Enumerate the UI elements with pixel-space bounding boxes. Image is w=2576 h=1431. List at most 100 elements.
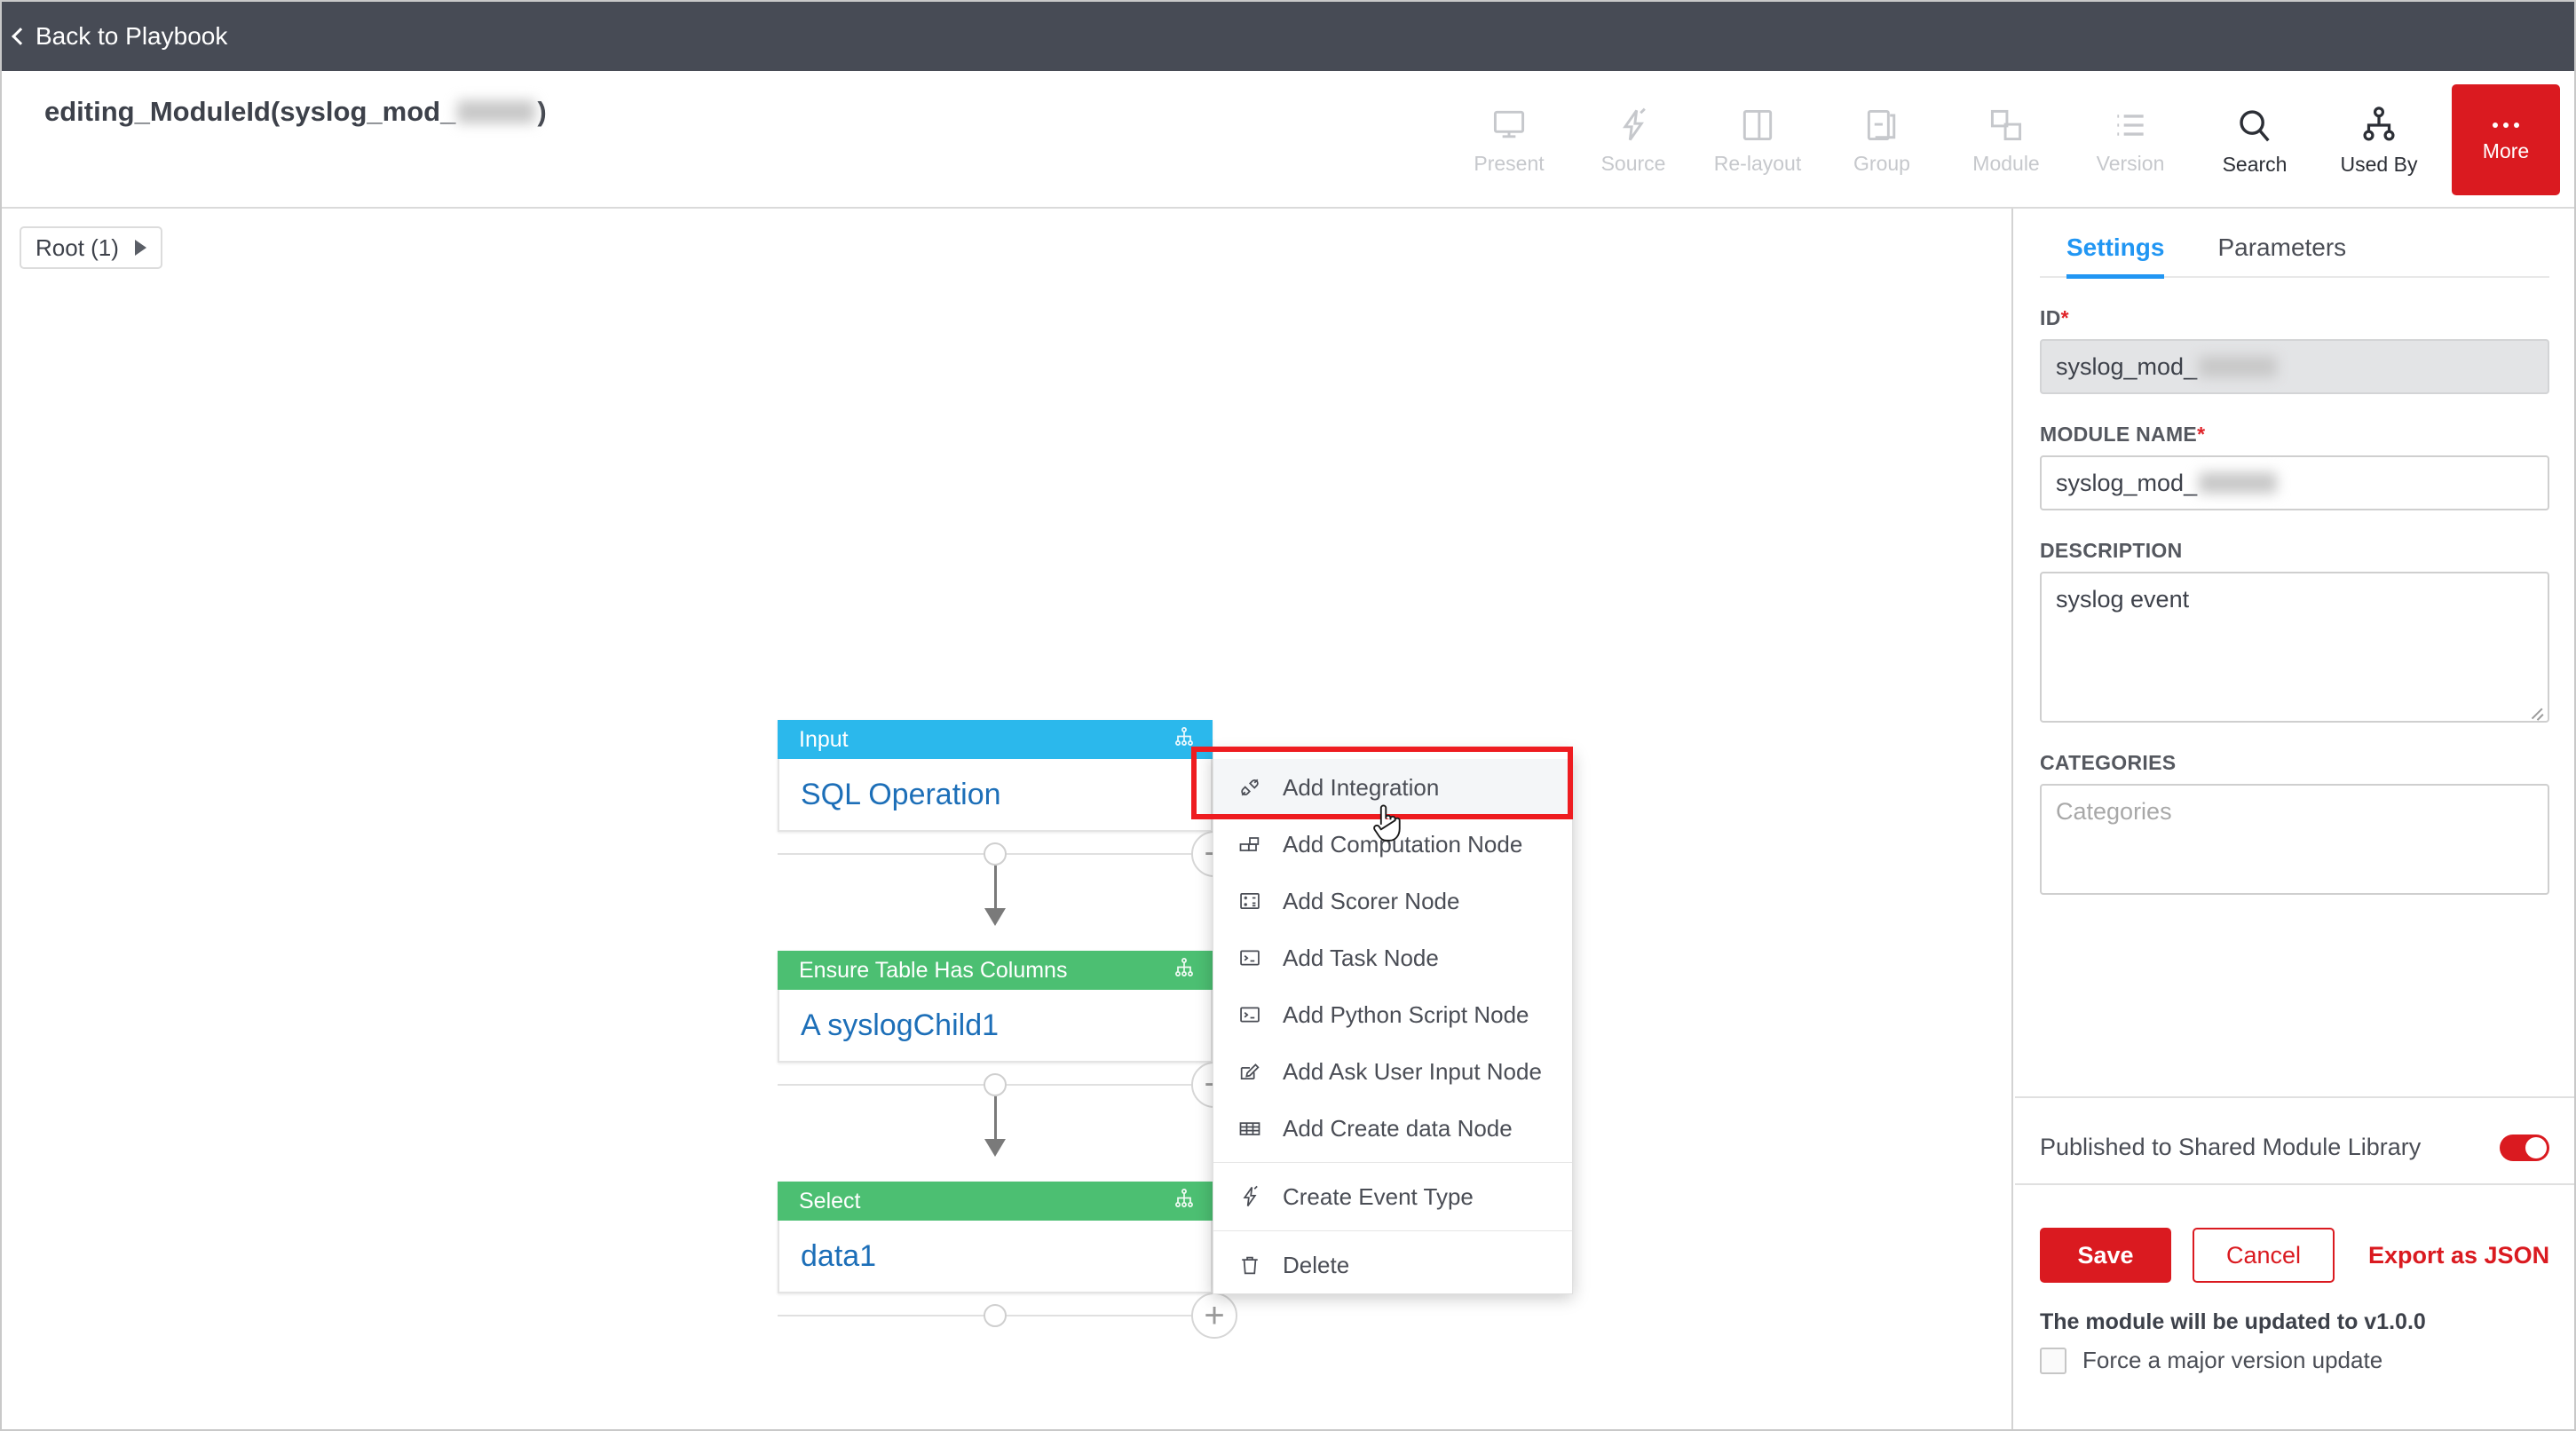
table-icon [1237, 1116, 1263, 1141]
connector-arrow-head [984, 908, 1006, 926]
force-major-version-checkbox[interactable] [2040, 1348, 2066, 1374]
flow-node-name: A syslogChild1 [801, 1008, 999, 1043]
toolbar-relayout-button[interactable]: Re-layout [1695, 84, 1820, 195]
module-name-field[interactable]: syslog_mod_ [2040, 455, 2549, 510]
flow-node-body: data1 [778, 1221, 1213, 1293]
context-menu-label: Add Ask User Input Node [1283, 1058, 1542, 1086]
list-icon [2111, 106, 2150, 145]
properties-panel: Settings Parameters ID* syslog_mod_ MODU… [2015, 209, 2574, 1429]
force-major-version-row: Force a major version update [2040, 1347, 2382, 1374]
context-menu-label: Add Create data Node [1283, 1115, 1513, 1142]
context-menu-item-add-computation-node[interactable]: Add Computation Node [1213, 816, 1572, 873]
resize-grip-icon[interactable] [2530, 703, 2544, 717]
terminal-icon [1237, 945, 1263, 970]
toolbar-group-button[interactable]: Group [1820, 84, 1944, 195]
flow-node-header: Select [778, 1182, 1213, 1221]
context-menu-separator [1213, 1230, 1572, 1231]
flow-node-name: SQL Operation [801, 778, 1001, 812]
published-label: Published to Shared Module Library [2040, 1134, 2421, 1161]
tab-settings[interactable]: Settings [2066, 233, 2164, 279]
edit-box-icon [1237, 1059, 1263, 1084]
toolbar-present-button[interactable]: Present [1447, 84, 1571, 195]
module-name-value: syslog_mod_ [2056, 470, 2197, 497]
context-menu-label: Add Scorer Node [1283, 888, 1459, 915]
toolbar-group-label: Group [1853, 154, 1910, 174]
toolbar-search-label: Search [2223, 154, 2288, 175]
redacted-id-block [457, 100, 535, 123]
categories-placeholder: Categories [2056, 798, 2172, 825]
top-navigation-bar: Back to Playbook [2, 2, 2574, 71]
id-field-value: syslog_mod_ [2056, 353, 2197, 381]
toolbar-version-label: Version [2097, 154, 2165, 174]
back-to-playbook-link[interactable]: Back to Playbook [2, 2, 227, 71]
toolbar-used-by-button[interactable]: Used By [2317, 84, 2441, 195]
context-menu-item-add-scorer-node[interactable]: Add Scorer Node [1213, 873, 1572, 929]
hierarchy-icon[interactable] [1172, 957, 1197, 984]
flow-node-type-label: Select [799, 1189, 860, 1214]
plug-icon [1237, 775, 1263, 800]
ellipsis-icon [2486, 118, 2525, 132]
panel-action-buttons: Save Cancel Export as JSON [2040, 1228, 2549, 1283]
blocks-icon [1237, 832, 1263, 857]
calculator-icon [1237, 889, 1263, 913]
toolbar-more-button[interactable]: More [2452, 84, 2560, 195]
breadcrumb-root[interactable]: Root (1) [20, 226, 162, 269]
toolbar-source-button[interactable]: Source [1571, 84, 1695, 195]
toggle-knob [2525, 1137, 2547, 1158]
panel-divider [2015, 1096, 2574, 1098]
context-menu-item-add-create-data-node[interactable]: Add Create data Node [1213, 1100, 1572, 1157]
network-icon [2359, 105, 2399, 146]
main-area: Root (1) Input SQL Operation [2, 209, 2574, 1429]
triangle-right-icon [135, 240, 146, 256]
toolbar-module-button[interactable]: Module [1944, 84, 2068, 195]
context-menu-item-add-python-script-node[interactable]: Add Python Script Node [1213, 986, 1572, 1043]
tab-parameters[interactable]: Parameters [2217, 233, 2346, 279]
required-asterisk: * [2197, 423, 2205, 446]
node-context-menu: Add Integration Add Computation Node [1213, 751, 1573, 1294]
context-menu-label: Add Task Node [1283, 945, 1439, 972]
context-menu-item-add-integration[interactable]: Add Integration [1213, 759, 1572, 816]
toolbar-search-button[interactable]: Search [2193, 84, 2317, 195]
published-toggle[interactable] [2500, 1135, 2549, 1161]
context-menu-item-add-task-node[interactable]: Add Task Node [1213, 929, 1572, 986]
node-output-port[interactable] [984, 1073, 1007, 1096]
toolbar-version-button[interactable]: Version [2068, 84, 2193, 195]
context-menu-item-add-ask-user-input-node[interactable]: Add Ask User Input Node [1213, 1043, 1572, 1100]
toolbar: Present Source Re-layout [1447, 71, 2574, 209]
toolbar-relayout-label: Re-layout [1714, 154, 1801, 174]
module-name-field-label: MODULE NAME* [2040, 423, 2549, 447]
published-toggle-row: Published to Shared Module Library [2040, 1134, 2549, 1161]
page-title-prefix: editing_ModuleId(syslog_mod_ [44, 96, 455, 127]
panel-tabs: Settings Parameters [2040, 209, 2549, 278]
description-textarea[interactable]: syslog event [2040, 572, 2549, 723]
flow-node-ensure-table[interactable]: Ensure Table Has Columns A syslogChild1 [778, 951, 1213, 1063]
id-field[interactable]: syslog_mod_ [2040, 339, 2549, 394]
categories-field[interactable]: Categories [2040, 784, 2549, 895]
export-as-json-link[interactable]: Export as JSON [2368, 1242, 2549, 1269]
context-menu-label: Delete [1283, 1252, 1349, 1279]
flow-node-name: data1 [801, 1239, 876, 1274]
force-major-version-label: Force a major version update [2082, 1347, 2382, 1374]
flow-node-body: A syslogChild1 [778, 990, 1213, 1063]
hierarchy-icon[interactable] [1172, 1188, 1197, 1215]
chevron-left-icon [12, 28, 29, 45]
flow-canvas[interactable]: Root (1) Input SQL Operation [2, 209, 2013, 1429]
description-value: syslog event [2056, 586, 2189, 613]
cancel-button[interactable]: Cancel [2193, 1228, 2335, 1283]
toolbar-module-label: Module [1972, 154, 2039, 174]
flow-node-type-label: Ensure Table Has Columns [799, 958, 1067, 984]
flow-node-input[interactable]: Input SQL Operation [778, 720, 1213, 832]
lightning-icon [1614, 106, 1653, 145]
context-menu-item-create-event-type[interactable]: Create Event Type [1213, 1168, 1572, 1225]
context-menu-label: Add Integration [1283, 774, 1439, 802]
hierarchy-icon[interactable] [1172, 726, 1197, 754]
node-output-port[interactable] [984, 842, 1007, 866]
node-output-port[interactable] [984, 1304, 1007, 1327]
save-button[interactable]: Save [2040, 1228, 2171, 1283]
categories-field-label: CATEGORIES [2040, 751, 2549, 775]
flow-node-select[interactable]: Select data1 [778, 1182, 1213, 1293]
id-field-label: ID* [2040, 306, 2549, 330]
add-node-plus-button[interactable]: + [1191, 1293, 1237, 1339]
page-title-suffix: ) [537, 96, 546, 127]
context-menu-item-delete[interactable]: Delete [1213, 1237, 1572, 1293]
